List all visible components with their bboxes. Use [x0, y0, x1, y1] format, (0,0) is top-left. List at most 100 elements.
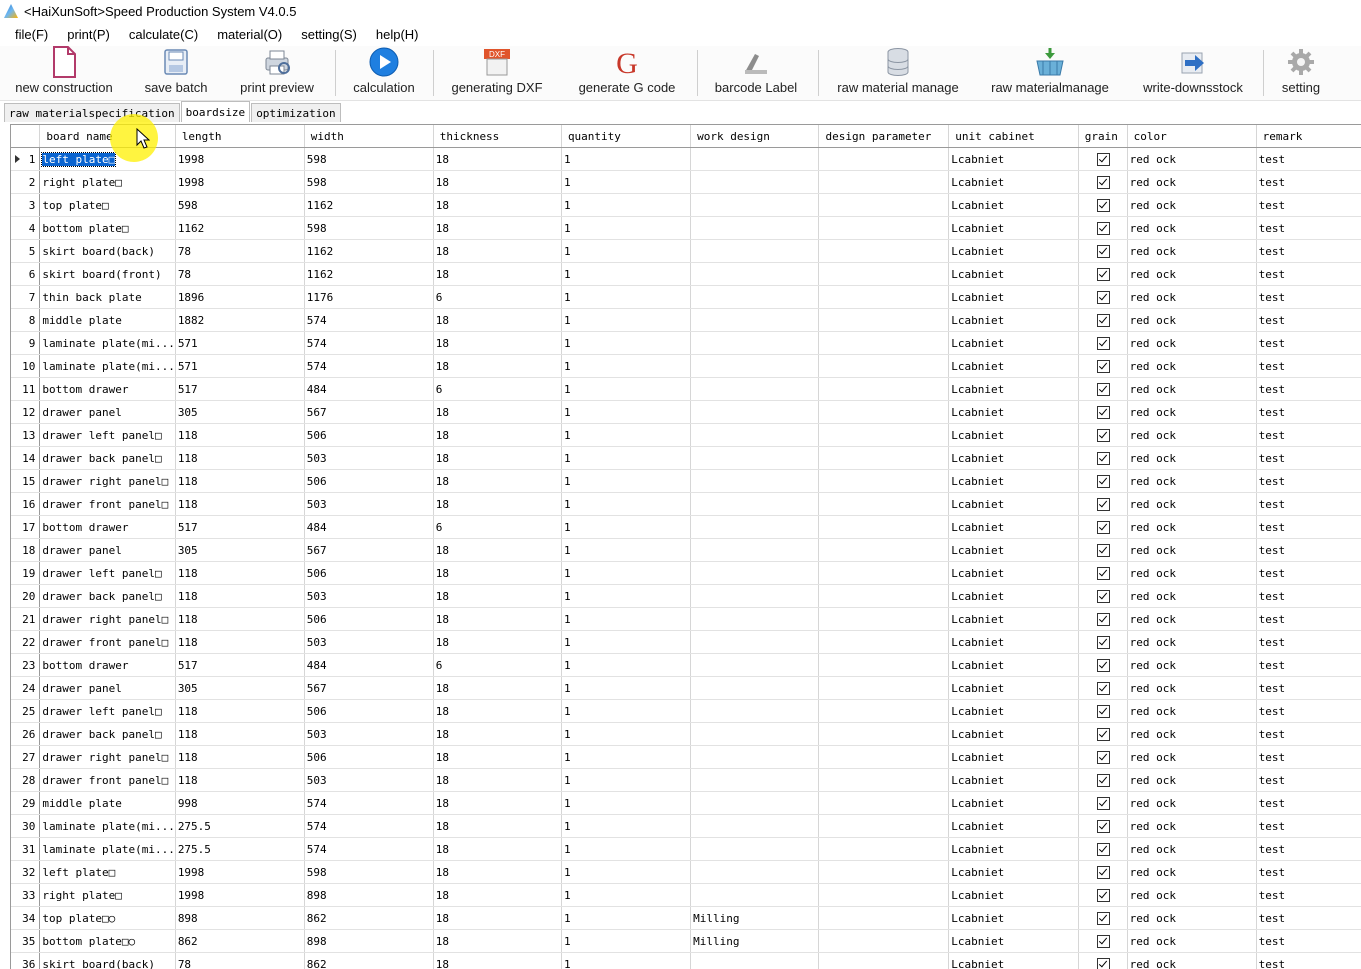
grain-checkbox[interactable] — [1097, 153, 1110, 166]
table-cell[interactable]: 18 — [433, 562, 561, 585]
table-cell[interactable]: 1162 — [304, 263, 433, 286]
table-cell[interactable]: 1 — [561, 562, 690, 585]
grain-checkbox-cell[interactable] — [1078, 562, 1127, 585]
table-cell[interactable] — [819, 608, 949, 631]
table-cell[interactable]: Lcabniet — [949, 217, 1078, 240]
table-row[interactable]: 3top plate□5981162181Lcabnietred ocktest — [11, 194, 1361, 217]
table-cell[interactable]: drawer back panel□ — [40, 723, 175, 746]
grain-checkbox[interactable] — [1097, 245, 1110, 258]
grain-checkbox-cell[interactable] — [1078, 792, 1127, 815]
table-cell[interactable]: left plate□ — [40, 861, 175, 884]
grain-checkbox-cell[interactable] — [1078, 861, 1127, 884]
table-cell[interactable]: 503 — [304, 493, 433, 516]
table-cell[interactable]: skirt board(front) — [40, 263, 175, 286]
table-cell[interactable]: laminate plate(mi... — [40, 815, 175, 838]
table-row[interactable]: 26drawer back panel□118503181Lcabnietred… — [11, 723, 1361, 746]
grain-checkbox-cell[interactable] — [1078, 654, 1127, 677]
raw-material-manage-button[interactable]: raw material manage — [832, 46, 964, 100]
table-cell[interactable]: 18 — [433, 585, 561, 608]
grain-checkbox[interactable] — [1097, 590, 1110, 603]
table-cell[interactable]: test — [1256, 953, 1361, 969]
table-cell[interactable] — [691, 217, 819, 240]
table-cell[interactable]: red ock — [1127, 930, 1256, 953]
column-header[interactable]: grain — [1078, 125, 1127, 148]
grain-checkbox-cell[interactable] — [1078, 769, 1127, 792]
table-cell[interactable]: 506 — [304, 746, 433, 769]
table-cell[interactable]: 118 — [175, 493, 304, 516]
table-cell[interactable]: 1 — [561, 585, 690, 608]
grain-checkbox-cell[interactable] — [1078, 746, 1127, 769]
table-cell[interactable]: 6 — [433, 516, 561, 539]
table-cell[interactable]: test — [1256, 424, 1361, 447]
table-row[interactable]: 9laminate plate(mi...571574181Lcabnietre… — [11, 332, 1361, 355]
table-cell[interactable]: Lcabniet — [949, 355, 1078, 378]
table-cell[interactable] — [819, 148, 949, 171]
table-cell[interactable]: 18 — [433, 884, 561, 907]
generate-g-code-button[interactable]: G generate G code — [574, 46, 680, 100]
table-cell[interactable]: red ock — [1127, 217, 1256, 240]
grain-checkbox-cell[interactable] — [1078, 355, 1127, 378]
table-cell[interactable]: 1 — [561, 884, 690, 907]
table-cell[interactable]: 18 — [433, 493, 561, 516]
grain-checkbox[interactable] — [1097, 360, 1110, 373]
table-cell[interactable]: 1 — [561, 907, 690, 930]
table-cell[interactable]: Lcabniet — [949, 378, 1078, 401]
table-cell[interactable]: 305 — [175, 401, 304, 424]
table-cell[interactable]: red ock — [1127, 861, 1256, 884]
table-cell[interactable]: test — [1256, 585, 1361, 608]
table-cell[interactable]: 1 — [561, 746, 690, 769]
table-cell[interactable]: 574 — [304, 792, 433, 815]
table-cell[interactable] — [691, 263, 819, 286]
grain-checkbox[interactable] — [1097, 958, 1110, 969]
grain-checkbox-cell[interactable] — [1078, 631, 1127, 654]
setting-button[interactable]: setting — [1276, 46, 1326, 100]
table-cell[interactable] — [819, 562, 949, 585]
table-cell[interactable]: Lcabniet — [949, 194, 1078, 217]
column-header[interactable]: remark — [1256, 125, 1361, 148]
grain-checkbox-cell[interactable] — [1078, 401, 1127, 424]
table-cell[interactable]: red ock — [1127, 654, 1256, 677]
grain-checkbox-cell[interactable] — [1078, 677, 1127, 700]
grain-checkbox[interactable] — [1097, 544, 1110, 557]
table-cell[interactable]: test — [1256, 286, 1361, 309]
table-cell[interactable]: 18 — [433, 907, 561, 930]
table-cell[interactable]: red ock — [1127, 470, 1256, 493]
table-cell[interactable]: test — [1256, 309, 1361, 332]
table-cell[interactable]: 18 — [433, 171, 561, 194]
table-cell[interactable]: 567 — [304, 401, 433, 424]
table-row[interactable]: 30laminate plate(mi...275.5574181Lcabnie… — [11, 815, 1361, 838]
table-cell[interactable]: 574 — [304, 355, 433, 378]
table-cell[interactable]: test — [1256, 723, 1361, 746]
table-cell[interactable]: 1882 — [175, 309, 304, 332]
grain-checkbox[interactable] — [1097, 843, 1110, 856]
table-row[interactable]: 35bottom plate□○862898181MillingLcabniet… — [11, 930, 1361, 953]
table-cell[interactable]: 898 — [175, 907, 304, 930]
table-cell[interactable]: 18 — [433, 608, 561, 631]
table-cell[interactable]: 574 — [304, 838, 433, 861]
table-cell[interactable]: 1 — [561, 700, 690, 723]
table-cell[interactable] — [819, 217, 949, 240]
column-header[interactable]: work design — [691, 125, 819, 148]
table-cell[interactable]: Lcabniet — [949, 493, 1078, 516]
table-cell[interactable]: top plate□ — [40, 194, 175, 217]
table-cell[interactable]: 506 — [304, 424, 433, 447]
table-cell[interactable]: middle plate — [40, 792, 175, 815]
table-cell[interactable]: 118 — [175, 631, 304, 654]
table-row[interactable]: 15drawer right panel□118506181Lcabnietre… — [11, 470, 1361, 493]
tab-optimization[interactable]: optimization — [251, 103, 340, 122]
table-cell[interactable] — [691, 815, 819, 838]
table-cell[interactable]: red ock — [1127, 953, 1256, 969]
table-cell[interactable]: 18 — [433, 194, 561, 217]
table-cell[interactable]: red ock — [1127, 838, 1256, 861]
table-cell[interactable] — [819, 700, 949, 723]
table-cell[interactable]: 18 — [433, 263, 561, 286]
grain-checkbox[interactable] — [1097, 475, 1110, 488]
table-cell[interactable]: test — [1256, 562, 1361, 585]
table-cell[interactable]: red ock — [1127, 309, 1256, 332]
table-cell[interactable]: right plate□ — [40, 171, 175, 194]
table-row[interactable]: 22drawer front panel□118503181Lcabnietre… — [11, 631, 1361, 654]
table-cell[interactable] — [819, 424, 949, 447]
menu-calculate[interactable]: calculate(C) — [114, 27, 198, 42]
table-cell[interactable]: 6 — [433, 654, 561, 677]
table-cell[interactable] — [691, 723, 819, 746]
